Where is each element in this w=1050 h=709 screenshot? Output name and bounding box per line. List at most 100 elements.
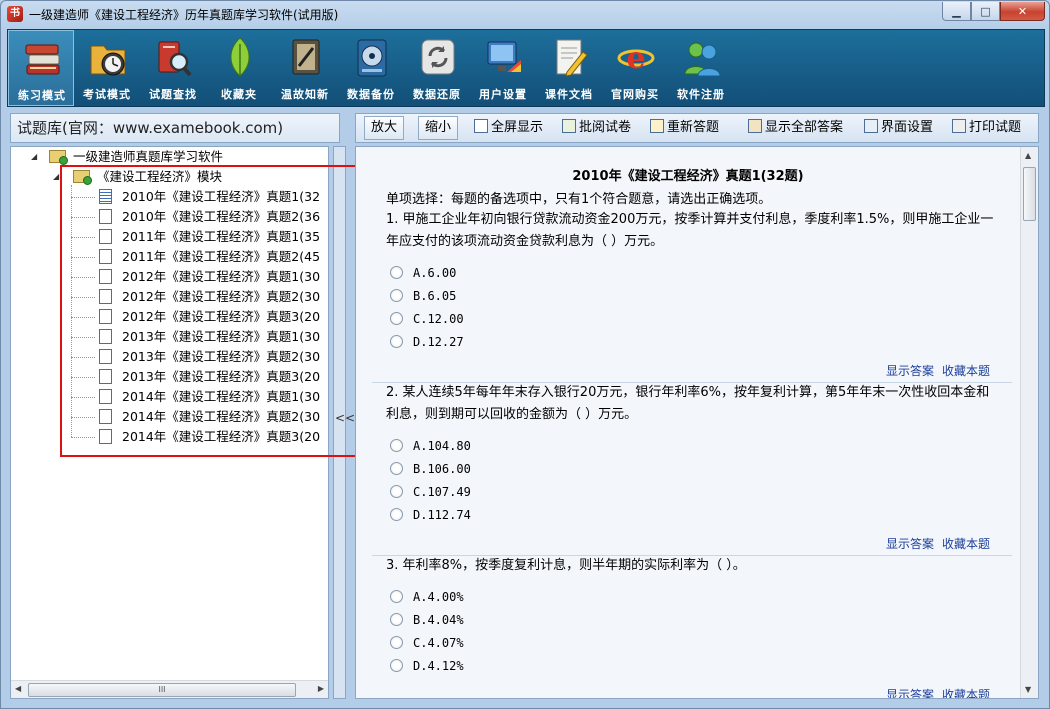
answer-option[interactable]: A.4.00%	[390, 589, 464, 605]
collapse-arrow-icon[interactable]: ◢	[31, 153, 39, 161]
show-answer-link[interactable]: 显示答案	[886, 364, 934, 378]
answers-icon	[748, 119, 762, 133]
library-header: 试题库(官网：www.examebook.com)	[10, 113, 340, 143]
monitor-palette-icon	[487, 41, 521, 72]
scroll-left-arrow-icon[interactable]: ◀	[15, 684, 21, 693]
zoom-in-button[interactable]: 放大	[364, 116, 405, 140]
magnifier-icon	[158, 41, 192, 77]
favorite-question-link[interactable]: 收藏本题	[942, 364, 990, 378]
answer-option[interactable]: C.4.07%	[390, 635, 464, 651]
toolbar-data-restore[interactable]: 数据还原	[404, 30, 470, 106]
option-label: B.6.05	[413, 289, 457, 303]
radio-button[interactable]	[390, 266, 403, 279]
radio-button[interactable]	[390, 590, 403, 603]
answer-option[interactable]: C.107.49	[390, 484, 471, 500]
tree-root-label: 一级建造师真题库学习软件	[73, 149, 224, 164]
show-answer-link[interactable]: 显示答案	[886, 688, 934, 698]
toolbar-label: 数据还原	[413, 88, 461, 101]
scroll-down-arrow-icon[interactable]: ▼	[1025, 685, 1031, 694]
answer-option[interactable]: B.4.04%	[390, 612, 464, 628]
radio-button[interactable]	[390, 636, 403, 649]
answer-option[interactable]: D.112.74	[390, 507, 471, 523]
answer-option[interactable]: D.4.12%	[390, 658, 464, 674]
ui-settings-button[interactable]: 界面设置	[862, 117, 935, 139]
content-vertical-scrollbar[interactable]: ▲ ▼	[1020, 147, 1038, 698]
toolbar-favorites[interactable]: 收藏夹	[206, 30, 272, 106]
option-label: D.12.27	[413, 335, 464, 349]
toolbar-official-purchase[interactable]: e 官网购买	[602, 30, 668, 106]
scroll-thumb[interactable]	[1023, 167, 1036, 221]
toolbar-label: 考试模式	[83, 88, 131, 101]
grade-paper-button[interactable]: 批阅试卷	[560, 117, 633, 139]
option-label: A.6.00	[413, 266, 457, 280]
zoom-out-button[interactable]: 缩小	[418, 116, 459, 140]
printer-icon	[952, 119, 966, 133]
toolbar-software-register[interactable]: 软件注册	[668, 30, 734, 106]
toolbar-course-docs[interactable]: 课件文档	[536, 30, 602, 106]
paper-title: 2010年《建设工程经济》真题1(32题)	[572, 169, 804, 184]
option-label: A.104.80	[413, 439, 471, 453]
show-all-answers-button[interactable]: 显示全部答案	[746, 117, 845, 139]
radio-button[interactable]	[390, 439, 403, 452]
books-icon	[25, 44, 60, 75]
toolbar-question-search[interactable]: 试题查找	[140, 30, 206, 106]
question-links: 显示答案 收藏本题	[878, 362, 990, 379]
exam-content-pane: 2010年《建设工程经济》真题1(32题) 单项选择：每题的备选项中，只有1个符…	[355, 146, 1039, 699]
print-button[interactable]: 打印试题	[950, 117, 1023, 139]
toolbar-label: 数据备份	[347, 88, 395, 101]
restart-icon	[650, 119, 664, 133]
option-label: B.4.04%	[413, 613, 464, 627]
restart-answer-button[interactable]: 重新答题	[648, 117, 721, 139]
notebook-icon	[292, 39, 320, 75]
fullscreen-button[interactable]: 全屏显示	[472, 117, 545, 139]
toolbar-practice-mode[interactable]: 练习模式	[8, 30, 74, 106]
leaf-icon	[230, 37, 250, 77]
radio-button[interactable]	[390, 462, 403, 475]
radio-button[interactable]	[390, 335, 403, 348]
answer-option[interactable]: A.104.80	[390, 438, 471, 454]
close-button[interactable]: ✕	[1000, 2, 1045, 21]
question-text: 2. 某人连续5年每年年末存入银行20万元，银行年利率6%，按年复利计算，第5年…	[386, 385, 990, 422]
answer-option[interactable]: B.6.05	[390, 288, 456, 304]
maximize-button[interactable]: □	[971, 2, 1000, 21]
radio-button[interactable]	[390, 659, 403, 672]
option-label: C.107.49	[413, 485, 471, 499]
radio-button[interactable]	[390, 485, 403, 498]
toolbar-label: 收藏夹	[221, 88, 257, 101]
clock-folder-icon	[90, 45, 126, 76]
answer-option[interactable]: B.106.00	[390, 461, 471, 477]
app-window: 书 一级建造师《建设工程经济》历年真题库学习软件(试用版) ▁ □ ✕ 练习模式	[0, 0, 1050, 709]
option-label: D.4.12%	[413, 659, 464, 673]
hard-disk-icon	[357, 39, 387, 77]
ui-settings-label: 界面设置	[881, 120, 934, 135]
minimize-button[interactable]: ▁	[942, 2, 971, 21]
document-pencil-icon	[556, 39, 588, 77]
answer-option[interactable]: A.6.00	[390, 265, 456, 281]
toolbar-exam-mode[interactable]: 考试模式	[74, 30, 140, 106]
scroll-right-arrow-icon[interactable]: ▶	[318, 684, 324, 693]
scroll-up-arrow-icon[interactable]: ▲	[1025, 151, 1031, 160]
show-answer-link[interactable]: 显示答案	[886, 537, 934, 551]
radio-button[interactable]	[390, 508, 403, 521]
toolbar-label: 温故知新	[281, 88, 329, 101]
scroll-thumb[interactable]: III	[28, 683, 296, 697]
answer-option[interactable]: C.12.00	[390, 311, 464, 327]
toolbar-label: 试题查找	[149, 88, 197, 101]
radio-button[interactable]	[390, 289, 403, 302]
tree-horizontal-scrollbar[interactable]: ◀ III ▶	[11, 680, 328, 698]
toolbar-user-settings[interactable]: 用户设置	[470, 30, 536, 106]
favorite-question-link[interactable]: 收藏本题	[942, 537, 990, 551]
fullscreen-icon	[474, 119, 488, 133]
toolbar-data-backup[interactable]: 数据备份	[338, 30, 404, 106]
main-toolbar: 练习模式 考试模式 试题查找 收藏夹 温故知新 数据备份 数据还原 用户设置 课…	[7, 29, 1045, 107]
radio-button[interactable]	[390, 613, 403, 626]
toolbar-label: 官网购买	[611, 88, 659, 101]
toolbar-label: 用户设置	[479, 88, 527, 101]
toolbar-label: 软件注册	[677, 88, 725, 101]
section-instructions: 单项选择：每题的备选项中，只有1个符合题意，请选出正确选项。	[386, 192, 772, 207]
favorite-question-link[interactable]: 收藏本题	[942, 688, 990, 698]
exam-sheet: 2010年《建设工程经济》真题1(32题) 单项选择：每题的备选项中，只有1个符…	[356, 147, 1020, 698]
toolbar-review[interactable]: 温故知新	[272, 30, 338, 106]
radio-button[interactable]	[390, 312, 403, 325]
answer-option[interactable]: D.12.27	[390, 334, 464, 350]
